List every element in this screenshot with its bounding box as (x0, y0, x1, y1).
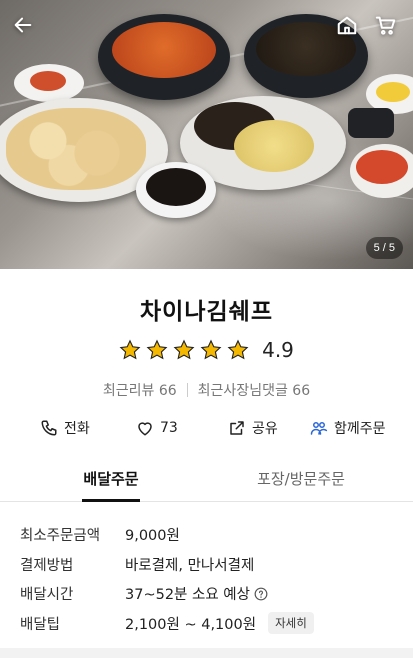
call-label: 전화 (64, 421, 90, 437)
delivery-info: 최소주문금액 9,000원 결제방법 바로결제, 만나서결제 배달시간 37~5… (20, 520, 400, 638)
divider (186, 383, 188, 397)
share-icon (230, 421, 244, 435)
delivery-tip-group: 2,100원 ~ 4,100원 자세히 (125, 612, 314, 635)
delivery-time-row: 배달시간 37~52분 소요 예상 (20, 579, 400, 609)
group-order-button[interactable]: 함께주문 (310, 414, 386, 442)
dessert-cup (136, 162, 216, 218)
sauce-dish (348, 108, 394, 138)
delivery-time-label: 배달시간 (20, 587, 74, 604)
star-icon (146, 339, 168, 360)
min-order-row: 최소주문금액 9,000원 (20, 520, 400, 550)
section-divider (0, 648, 413, 658)
like-button[interactable]: 73 (136, 414, 178, 442)
delivery-tip-row: 배달팁 2,100원 ~ 4,100원 자세히 (20, 609, 400, 639)
store-name: 차이나김쉐프 (140, 299, 273, 325)
home-button[interactable] (330, 8, 364, 42)
order-type-tabs: 배달주문 포장/방문주문 (0, 468, 413, 502)
tab-delivery-order[interactable]: 배달주문 (82, 468, 140, 502)
heart-icon (138, 422, 152, 436)
delivery-tip-value: 2,100원 ~ 4,100원 (125, 616, 257, 633)
cart-button[interactable] (369, 8, 403, 42)
kimchi-side-dish (14, 64, 84, 102)
phone-icon (41, 420, 57, 436)
review-stats[interactable]: 최근리뷰 66 최근사장님댓글 66 (0, 380, 413, 400)
share-button[interactable]: 공유 (228, 414, 278, 442)
share-label: 공유 (252, 421, 278, 437)
payment-row: 결제방법 바로결제, 만나서결제 (20, 550, 400, 580)
call-button[interactable]: 전화 (40, 414, 90, 442)
delivery-time-group: 37~52분 소요 예상 (125, 583, 268, 604)
payment-value: 바로결제, 만나서결제 (125, 557, 255, 574)
store-actions: 전화 73 공유 함께주문 (0, 414, 413, 442)
payment-label: 결제방법 (20, 557, 74, 574)
photo-page-indicator: 5 / 5 (365, 237, 403, 259)
question-circle-icon[interactable] (254, 587, 268, 601)
jjamppong-bowl (98, 14, 230, 100)
delivery-time-value: 37~52분 소요 예상 (125, 587, 250, 604)
star-icon (119, 339, 141, 360)
group-people-icon (310, 422, 328, 435)
owner-replies-link[interactable]: 최근사장님댓글 66 (198, 380, 310, 400)
store-photo[interactable]: 5 / 5 (0, 0, 413, 269)
group-order-label: 함께주문 (334, 421, 386, 437)
tab-pickup-order[interactable]: 포장/방문주문 (240, 468, 362, 502)
min-order-value: 9,000원 (125, 528, 180, 545)
rating-row[interactable]: 4.9 (0, 338, 413, 362)
rating-value: 4.9 (262, 338, 294, 362)
min-order-label: 최소주문금액 (20, 528, 101, 545)
delivery-tip-label: 배달팁 (20, 616, 61, 633)
home-icon (337, 16, 357, 35)
back-button[interactable] (6, 8, 40, 42)
like-count: 73 (160, 420, 178, 436)
tip-detail-button[interactable]: 자세히 (268, 612, 314, 635)
star-icon (200, 339, 222, 360)
cart-icon (375, 16, 396, 35)
recent-reviews-link[interactable]: 최근리뷰 66 (103, 380, 177, 400)
star-icon (173, 339, 195, 360)
star-icon (227, 339, 249, 360)
back-arrow-icon (14, 17, 32, 33)
soup-cup (350, 144, 413, 198)
